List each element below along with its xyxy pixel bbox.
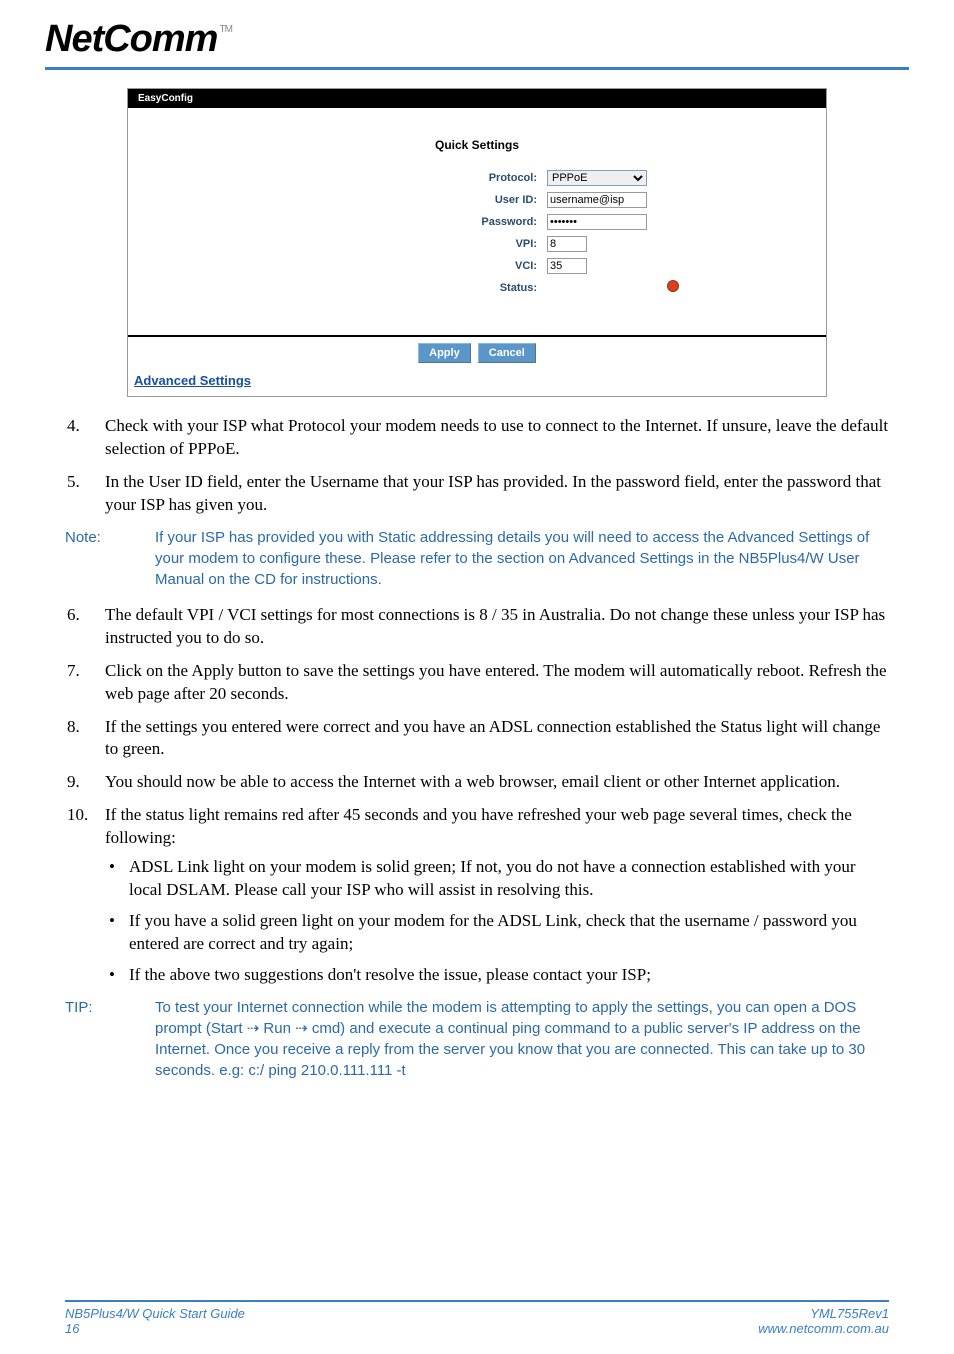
step-6: The default VPI / VCI settings for most … — [65, 604, 889, 650]
vci-input[interactable] — [547, 258, 587, 274]
tip-text: To test your Internet connection while t… — [155, 997, 889, 1081]
vpi-label: VPI: — [271, 234, 541, 254]
step-9: You should now be able to access the Int… — [65, 771, 889, 794]
logo-text: NetComm — [45, 18, 217, 60]
easyconfig-screenshot: EasyConfig Quick Settings Protocol: PPPo… — [127, 88, 827, 397]
bullet-3: If the above two suggestions don't resol… — [105, 964, 889, 987]
footer-url: www.netcomm.com.au — [758, 1321, 889, 1336]
vpi-input[interactable] — [547, 236, 587, 252]
tip-block: TIP: To test your Internet connection wh… — [65, 997, 889, 1081]
note-block: Note: If your ISP has provided you with … — [65, 527, 889, 590]
bullet-2: If you have a solid green light on your … — [105, 910, 889, 956]
step-10-text: If the status light remains red after 45… — [105, 805, 852, 847]
note-label: Note: — [65, 527, 155, 590]
footer-divider — [65, 1300, 889, 1302]
logo-tm: TM — [219, 24, 231, 35]
apply-button[interactable]: Apply — [418, 343, 471, 363]
advanced-settings-link[interactable]: Advanced Settings — [128, 369, 826, 396]
status-label: Status: — [271, 278, 541, 297]
step-10: If the status light remains red after 45… — [65, 804, 889, 987]
step-4: Check with your ISP what Protocol your m… — [65, 415, 889, 461]
tab-easyconfig[interactable]: EasyConfig — [128, 89, 826, 108]
step-8: If the settings you entered were correct… — [65, 716, 889, 762]
step-5: In the User ID field, enter the Username… — [65, 471, 889, 517]
protocol-select[interactable]: PPPoE — [547, 170, 647, 186]
bullet-1: ADSL Link light on your modem is solid g… — [105, 856, 889, 902]
instruction-list: Check with your ISP what Protocol your m… — [65, 415, 889, 517]
tip-label: TIP: — [65, 997, 155, 1081]
footer-doc-title: NB5Plus4/W Quick Start Guide — [65, 1306, 245, 1321]
password-label: Password: — [271, 212, 541, 232]
note-text: If your ISP has provided you with Static… — [155, 527, 889, 590]
instruction-list-cont: The default VPI / VCI settings for most … — [65, 604, 889, 987]
footer-revision: YML755Rev1 — [758, 1306, 889, 1321]
userid-input[interactable] — [547, 192, 647, 208]
status-indicator — [667, 280, 679, 292]
quick-settings-heading: Quick Settings — [128, 138, 826, 152]
footer-page-number: 16 — [65, 1321, 245, 1336]
cancel-button[interactable]: Cancel — [478, 343, 536, 363]
step-10-bullets: ADSL Link light on your modem is solid g… — [105, 856, 889, 987]
vci-label: VCI: — [271, 256, 541, 276]
page-footer: NB5Plus4/W Quick Start Guide 16 YML755Re… — [0, 1300, 954, 1336]
step-7: Click on the Apply button to save the se… — [65, 660, 889, 706]
brand-logo: NetCommTM — [45, 18, 230, 61]
password-input[interactable] — [547, 214, 647, 230]
protocol-label: Protocol: — [271, 168, 541, 188]
userid-label: User ID: — [271, 190, 541, 210]
